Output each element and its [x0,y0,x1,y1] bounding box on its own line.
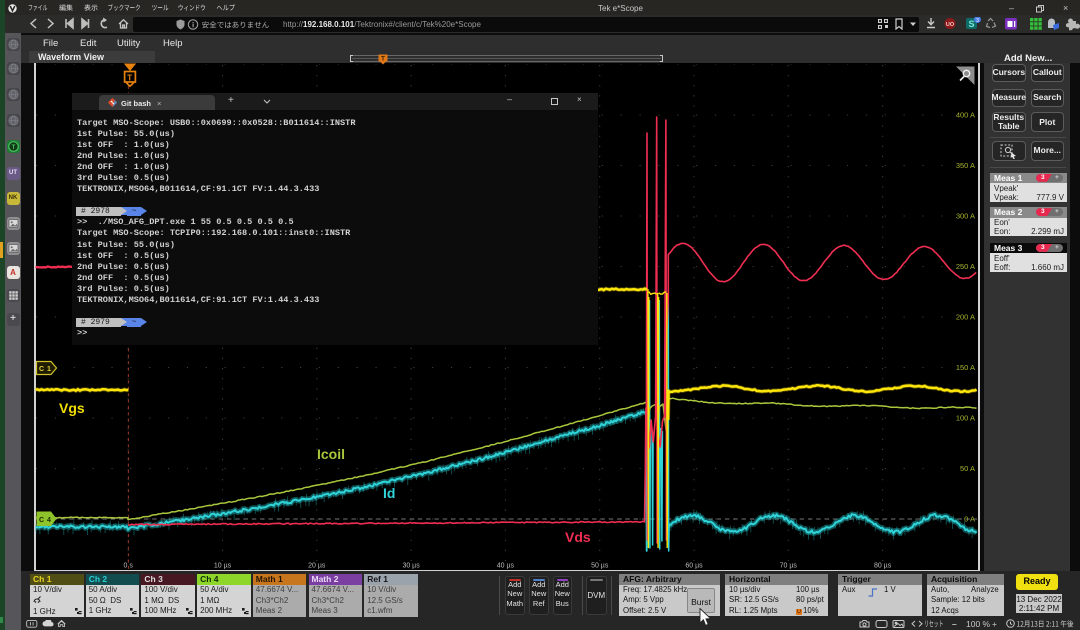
svg-text:3: 3 [976,18,979,24]
svg-text:UO: UO [946,22,955,28]
svg-text:T: T [11,145,15,151]
svg-text:S: S [968,19,974,29]
svg-text:T: T [381,55,385,62]
